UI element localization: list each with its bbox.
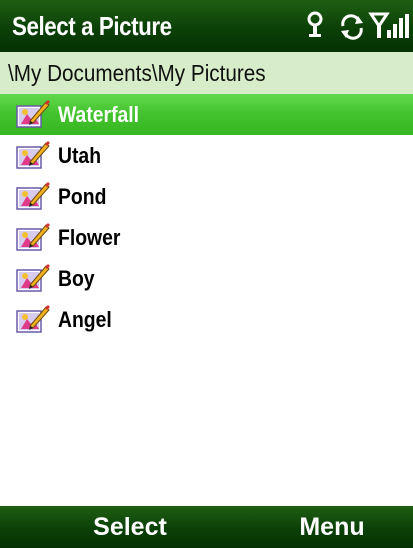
picture-file-icon bbox=[16, 304, 50, 334]
picture-file-icon bbox=[16, 181, 50, 211]
list-item-label: Boy bbox=[58, 266, 95, 291]
picture-file-icon bbox=[16, 140, 50, 170]
list-item-label: Waterfall bbox=[58, 102, 140, 127]
list-item-label: Pond bbox=[58, 184, 107, 209]
list-item-flower[interactable]: Flower bbox=[0, 217, 413, 258]
select-softkey-button[interactable]: Select bbox=[50, 513, 210, 542]
list-item-label: Flower bbox=[58, 225, 121, 250]
picture-file-icon bbox=[16, 263, 50, 293]
list-item-waterfall[interactable]: Waterfall bbox=[0, 94, 413, 135]
breadcrumb: \My Documents\My Pictures bbox=[0, 52, 413, 95]
softkey-bar: Select Menu bbox=[0, 506, 413, 548]
folder-path: \My Documents\My Pictures bbox=[8, 60, 266, 86]
sync-icon bbox=[341, 14, 363, 40]
list-item-boy[interactable]: Boy bbox=[0, 258, 413, 299]
file-list: Waterfall Utah Pond Flower Boy Angel bbox=[0, 94, 413, 340]
signal-strength-icon bbox=[368, 12, 409, 38]
list-item-angel[interactable]: Angel bbox=[0, 299, 413, 340]
picture-file-icon bbox=[16, 99, 50, 129]
list-item-label: Angel bbox=[58, 307, 112, 332]
page-title: Select a Picture bbox=[12, 11, 172, 41]
connectivity-icon bbox=[307, 11, 323, 37]
status-icons bbox=[303, 10, 413, 42]
title-bar: Select a Picture bbox=[0, 0, 413, 52]
picture-file-icon bbox=[16, 222, 50, 252]
list-item-pond[interactable]: Pond bbox=[0, 176, 413, 217]
list-item-utah[interactable]: Utah bbox=[0, 135, 413, 176]
menu-softkey-button[interactable]: Menu bbox=[252, 513, 412, 542]
list-item-label: Utah bbox=[58, 143, 102, 168]
